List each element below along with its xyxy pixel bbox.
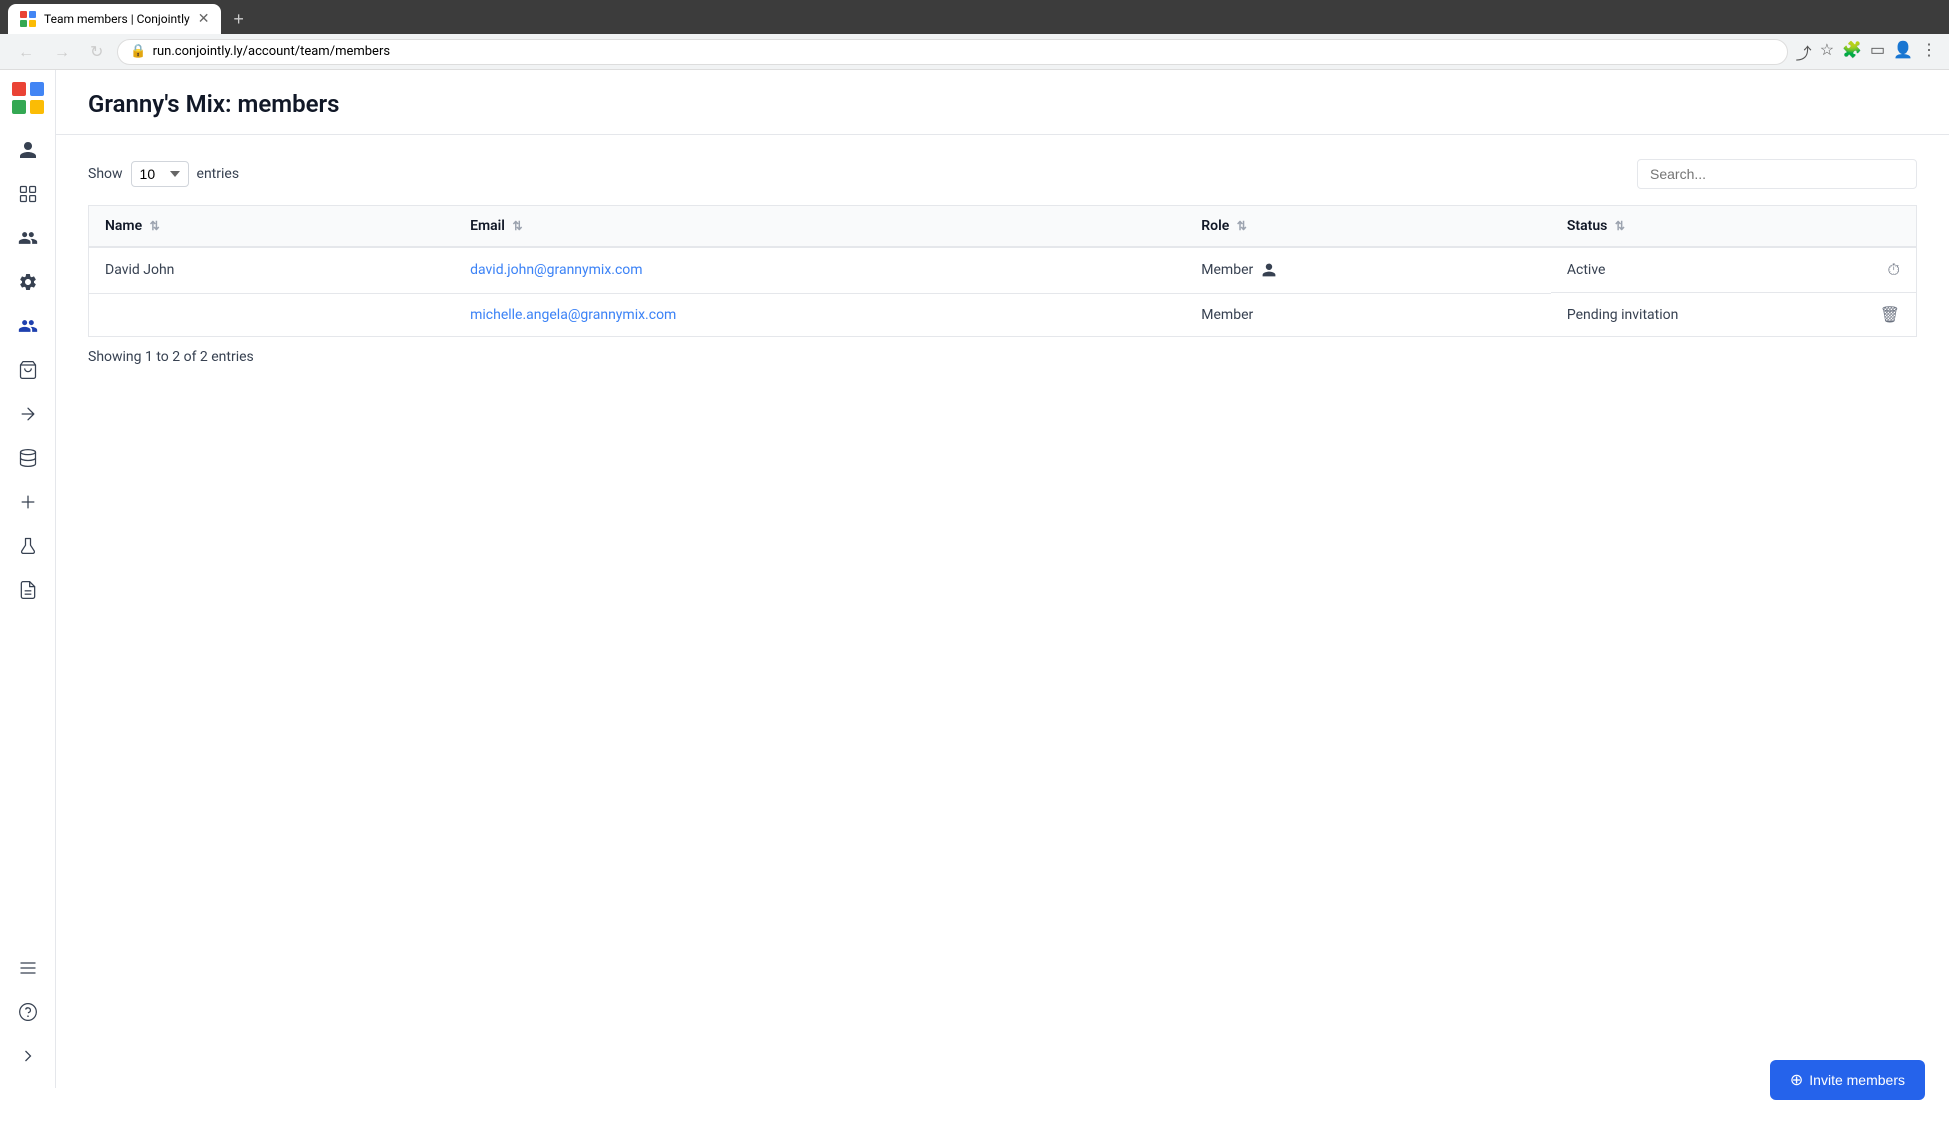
cart-icon	[18, 360, 38, 380]
sidebar-item-users[interactable]	[8, 218, 48, 258]
profile-icon[interactable]: 👤	[1893, 40, 1913, 64]
logo[interactable]	[12, 82, 44, 118]
column-header-email[interactable]: Email ⇅	[454, 206, 1185, 248]
url-text: run.conjointly.ly/account/team/members	[153, 44, 390, 59]
tab-close-button[interactable]: ✕	[198, 11, 210, 27]
sort-status-icon: ⇅	[1615, 219, 1625, 233]
lock-icon: 🔒	[130, 44, 146, 59]
table-row: michelle.angela@grannymix.comMemberPendi…	[89, 293, 1917, 337]
favicon-icon	[20, 11, 36, 27]
table-row: David John david.john@grannymix.com Member…	[89, 247, 1917, 293]
email-link[interactable]: michelle.angela@grannymix.com	[470, 307, 676, 323]
sidebar-item-settings[interactable]	[8, 262, 48, 302]
arrow-right-icon	[18, 404, 38, 424]
sort-email-icon: ⇅	[512, 219, 522, 233]
table-controls: Show 10 25 50 100 entries	[88, 159, 1917, 189]
menu-icon	[18, 958, 38, 978]
show-entries-control: Show 10 25 50 100 entries	[88, 161, 239, 187]
plus-circle-icon: ⊕	[1790, 1070, 1803, 1090]
sidebar-item-document[interactable]	[8, 570, 48, 610]
sidebar-item-grid[interactable]	[8, 174, 48, 214]
plus-icon	[18, 492, 38, 512]
cell-role: Member	[1185, 293, 1551, 337]
conjointly-logo-icon	[12, 82, 44, 114]
sidebar-item-person[interactable]	[8, 130, 48, 170]
page-header: Granny's Mix: members	[56, 70, 1949, 135]
sidebar-item-export[interactable]	[8, 394, 48, 434]
extensions-icon[interactable]: 🧩	[1842, 40, 1862, 64]
entries-label: entries	[197, 166, 240, 182]
grid-icon	[18, 184, 38, 204]
status-text: Active	[1567, 262, 1606, 278]
tab-title: Team members | Conjointly	[44, 12, 190, 26]
sidebar-item-expand[interactable]	[8, 1036, 48, 1076]
new-tab-button[interactable]: +	[225, 5, 252, 34]
document-icon	[18, 580, 38, 600]
invite-members-button[interactable]: ⊕ Invite members	[1770, 1060, 1925, 1100]
email-link[interactable]: david.john@grannymix.com	[470, 262, 642, 278]
reload-button[interactable]: ↻	[84, 40, 109, 63]
team-icon	[18, 316, 38, 336]
cell-name	[89, 293, 455, 337]
cell-role: Member	[1185, 247, 1551, 293]
sidebar-item-help[interactable]	[8, 992, 48, 1032]
menu-icon[interactable]: ⋮	[1921, 40, 1937, 64]
deactivate-icon[interactable]: ⏱	[1888, 260, 1900, 280]
column-header-role[interactable]: Role ⇅	[1185, 206, 1551, 248]
table-header-row: Name ⇅ Email ⇅ Role ⇅ Status	[89, 206, 1917, 248]
sidebar-item-database[interactable]	[8, 438, 48, 478]
database-icon	[18, 448, 38, 468]
showing-entries-text: Showing 1 to 2 of 2 entries	[88, 349, 1917, 365]
chevron-right-icon	[18, 1046, 38, 1066]
sidebar-item-team[interactable]	[8, 306, 48, 346]
cell-name: David John	[89, 247, 455, 293]
person-icon	[18, 140, 38, 160]
sidebar-item-menu[interactable]	[8, 948, 48, 988]
members-table: Name ⇅ Email ⇅ Role ⇅ Status	[88, 205, 1917, 337]
settings-icon	[18, 272, 38, 292]
url-bar[interactable]: 🔒 run.conjointly.ly/account/team/members	[117, 39, 1787, 65]
main-content: Granny's Mix: members Show 10 25 50 100 …	[56, 70, 1949, 1088]
forward-button[interactable]: →	[48, 40, 76, 64]
entries-select[interactable]: 10 25 50 100	[131, 161, 189, 187]
flask-icon	[18, 536, 38, 556]
users-group-icon	[18, 228, 38, 248]
cell-status: Pending invitation 🗑	[1551, 293, 1916, 336]
cell-email: david.john@grannymix.com	[454, 247, 1185, 293]
address-bar: ← → ↻ 🔒 run.conjointly.ly/account/team/m…	[0, 34, 1949, 70]
person-role-icon	[1261, 262, 1277, 278]
column-header-status[interactable]: Status ⇅	[1551, 206, 1917, 248]
show-label: Show	[88, 166, 123, 182]
invite-button-container: ⊕ Invite members	[1770, 1060, 1925, 1100]
sidebar-item-cart[interactable]	[8, 350, 48, 390]
page-title: Granny's Mix: members	[88, 90, 1917, 118]
browser-toolbar-icons: ⤴ ☆ 🧩 ▭ 👤 ⋮	[1796, 40, 1937, 64]
status-text: Pending invitation	[1567, 307, 1678, 323]
sidebar-item-flask[interactable]	[8, 526, 48, 566]
delete-icon[interactable]: 🗑	[1880, 305, 1900, 324]
active-tab[interactable]: Team members | Conjointly ✕	[8, 4, 221, 34]
back-button[interactable]: ←	[12, 40, 40, 64]
column-header-name[interactable]: Name ⇅	[89, 206, 455, 248]
bookmark-icon[interactable]: ☆	[1820, 40, 1834, 64]
cell-status: Active ⏱	[1551, 248, 1916, 293]
search-input[interactable]	[1637, 159, 1917, 189]
help-icon	[18, 1002, 38, 1022]
sidebar	[0, 70, 56, 1088]
sidebar-item-add[interactable]	[8, 482, 48, 522]
content-area: Show 10 25 50 100 entries Name	[56, 135, 1949, 1088]
sort-role-icon: ⇅	[1237, 219, 1247, 233]
cell-email: michelle.angela@grannymix.com	[454, 293, 1185, 337]
sidebar-toggle-icon[interactable]: ▭	[1870, 40, 1885, 64]
invite-button-label: Invite members	[1809, 1072, 1905, 1088]
sort-name-icon: ⇅	[150, 219, 160, 233]
app-layout: Granny's Mix: members Show 10 25 50 100 …	[0, 70, 1949, 1088]
tab-bar: Team members | Conjointly ✕ +	[0, 0, 1949, 34]
share-icon[interactable]: ⤴	[1796, 40, 1812, 64]
